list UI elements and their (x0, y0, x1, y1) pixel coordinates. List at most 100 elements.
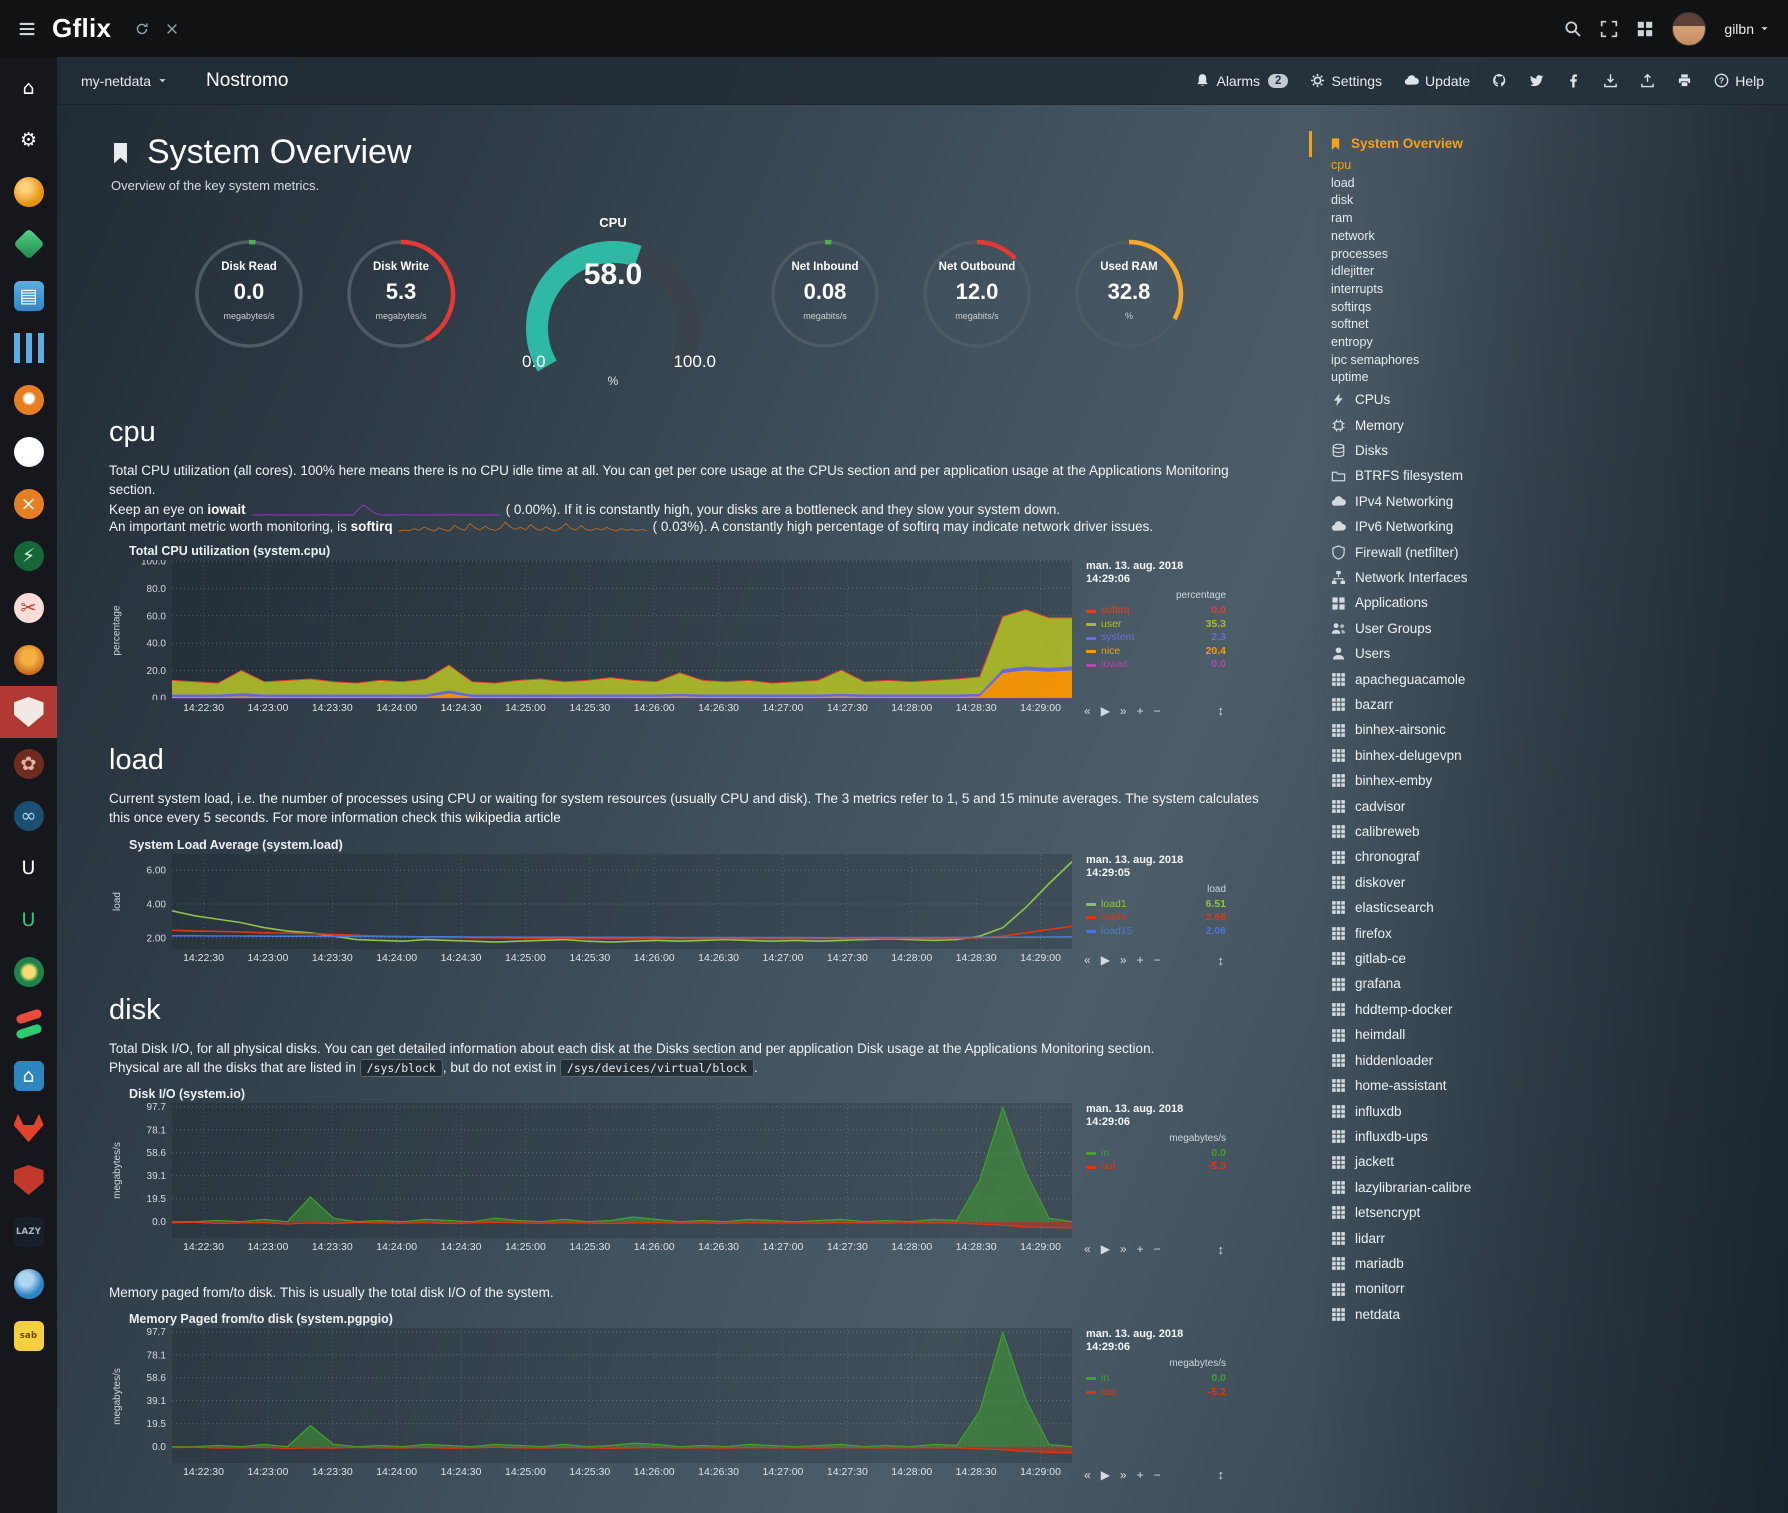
sidebar-app-app-scissors-icon[interactable]: ✂ (0, 582, 57, 634)
twitter-icon[interactable] (1529, 73, 1544, 88)
user-menu[interactable]: gilbn (1724, 21, 1770, 37)
menu-item-disks[interactable]: Disks (1331, 438, 1788, 463)
chart-plot-pgpgio[interactable]: 97.778.158.639.119.50.0 (126, 1328, 1076, 1464)
sidebar-app-home-icon[interactable]: ⌂ (0, 62, 57, 114)
gauge-net-outbound[interactable]: Net Outbound12.0megabits/s (918, 235, 1036, 353)
search-icon[interactable] (1564, 20, 1582, 38)
menu-item-lazylibrarian-calibre[interactable]: lazylibrarian-calibre (1331, 1175, 1788, 1200)
menu-item-binhex-airsonic[interactable]: binhex-airsonic (1331, 717, 1788, 742)
chart-plot-disk[interactable]: 97.778.158.639.119.50.0 (126, 1103, 1076, 1239)
legend-iowait[interactable]: iowait0.0 (1086, 658, 1226, 672)
menu-item-chronograf[interactable]: chronograf (1331, 844, 1788, 869)
menu-sub-cpu[interactable]: cpu (1331, 157, 1788, 175)
legend-load1[interactable]: load16.51 (1086, 898, 1226, 912)
legend-in[interactable]: in0.0 (1086, 1147, 1226, 1161)
export-icon[interactable] (1640, 73, 1655, 88)
chart-zoom-out-button[interactable]: − (1154, 1243, 1161, 1255)
menu-item-binhex-delugevpn[interactable]: binhex-delugevpn (1331, 743, 1788, 768)
menu-item-influxdb-ups[interactable]: influxdb-ups (1331, 1124, 1788, 1149)
legend-softirq[interactable]: softirq0.0 (1086, 604, 1226, 618)
sidebar-app-organizr-icon[interactable] (0, 166, 57, 218)
menu-item-btrfs-filesystem[interactable]: BTRFS filesystem (1331, 463, 1788, 488)
chart-play-button[interactable]: ▶ (1101, 1469, 1110, 1481)
sidebar-app-app-x-orange-icon[interactable]: × (0, 478, 57, 530)
menu-sub-entropy[interactable]: entropy (1331, 334, 1788, 352)
sidebar-app-app-gem-icon[interactable] (0, 218, 57, 270)
chart-play-button[interactable]: ▶ (1101, 705, 1110, 717)
sidebar-app-app-avocado-icon[interactable] (0, 946, 57, 998)
menu-sub-softnet[interactable]: softnet (1331, 316, 1788, 334)
sidebar-app-trakt-icon[interactable] (0, 426, 57, 478)
legend-system[interactable]: system2.3 (1086, 631, 1226, 645)
menu-item-hddtemp-docker[interactable]: hddtemp-docker (1331, 997, 1788, 1022)
wikipedia-link[interactable]: wikipedia article (465, 810, 560, 825)
sidebar-app-app-stack-icon[interactable]: ▤ (0, 270, 57, 322)
sidebar-app-app-pills-icon[interactable] (0, 998, 57, 1050)
settings-button[interactable]: Settings (1310, 73, 1382, 89)
chart-resize-handle[interactable]: ↕ (1218, 704, 1225, 717)
chart-pan-left-button[interactable]: « (1084, 954, 1091, 966)
menu-sub-ipc-semaphores[interactable]: ipc semaphores (1331, 352, 1788, 370)
legend-nice[interactable]: nice20.4 (1086, 645, 1226, 659)
menu-item-hiddenloader[interactable]: hiddenloader (1331, 1048, 1788, 1073)
chart-plot-load[interactable]: 6.004.002.00 (126, 854, 1076, 950)
sidebar-app-app-u-green-icon[interactable]: U (0, 894, 57, 946)
chart-play-button[interactable]: ▶ (1101, 1243, 1110, 1255)
sidebar-app-sabnzbd-icon[interactable]: sab (0, 1310, 57, 1362)
menu-item-grafana[interactable]: grafana (1331, 971, 1788, 996)
menu-item-memory[interactable]: Memory (1331, 413, 1788, 438)
menu-item-binhex-emby[interactable]: binhex-emby (1331, 768, 1788, 793)
facebook-icon[interactable] (1566, 73, 1581, 88)
menu-item-applications[interactable]: Applications (1331, 590, 1788, 615)
chart-zoom-in-button[interactable]: + (1137, 705, 1144, 717)
menu-sub-processes[interactable]: processes (1331, 246, 1788, 264)
chart-zoom-out-button[interactable]: − (1154, 954, 1161, 966)
menu-item-bazarr[interactable]: bazarr (1331, 692, 1788, 717)
update-button[interactable]: Update (1404, 73, 1470, 89)
menu-item-ipv4-networking[interactable]: IPv4 Networking (1331, 489, 1788, 514)
import-icon[interactable] (1603, 73, 1618, 88)
chart-resize-handle[interactable]: ↕ (1218, 1468, 1225, 1481)
sidebar-app-app-bug-orange-icon[interactable] (0, 634, 57, 686)
menu-item-ipv6-networking[interactable]: IPv6 Networking (1331, 514, 1788, 539)
sidebar-app-airsonic-icon[interactable] (0, 322, 57, 374)
chart-zoom-in-button[interactable]: + (1137, 1243, 1144, 1255)
gauge-disk-read[interactable]: Disk Read0.0megabytes/s (190, 235, 308, 353)
legend-load15[interactable]: load152.06 (1086, 925, 1226, 939)
chart-resize-handle[interactable]: ↕ (1218, 954, 1225, 967)
avatar[interactable] (1672, 12, 1706, 46)
menu-item-cpus[interactable]: CPUs (1331, 387, 1788, 412)
menu-item-netdata[interactable]: netdata (1331, 1302, 1788, 1327)
menu-item-cadvisor[interactable]: cadvisor (1331, 794, 1788, 819)
menu-item-user-groups[interactable]: User Groups (1331, 616, 1788, 641)
menu-item-gitlab-ce[interactable]: gitlab-ce (1331, 946, 1788, 971)
chart-pan-right-button[interactable]: » (1120, 954, 1127, 966)
menu-sub-interrupts[interactable]: interrupts (1331, 281, 1788, 299)
fullscreen-icon[interactable] (1600, 20, 1618, 38)
gauge-net-inbound[interactable]: Net Inbound0.08megabits/s (766, 235, 884, 353)
menu-sub-idlejitter[interactable]: idlejitter (1331, 263, 1788, 281)
menu-item-lidarr[interactable]: lidarr (1331, 1226, 1788, 1251)
sidebar-app-gitlab-icon[interactable] (0, 1102, 57, 1154)
legend-in[interactable]: in0.0 (1086, 1372, 1226, 1386)
chart-zoom-out-button[interactable]: − (1154, 1469, 1161, 1481)
hamburger-menu-icon[interactable] (18, 20, 36, 38)
gauge-cpu[interactable]: CPU58.00.0100.0% (504, 215, 722, 388)
menu-item-apacheguacamole[interactable]: apacheguacamole (1331, 667, 1788, 692)
menu-item-monitorr[interactable]: monitorr (1331, 1276, 1788, 1301)
legend-out[interactable]: out-5.3 (1086, 1160, 1226, 1174)
chart-zoom-out-button[interactable]: − (1154, 705, 1161, 717)
chart-pan-right-button[interactable]: » (1120, 705, 1127, 717)
chart-zoom-in-button[interactable]: + (1137, 954, 1144, 966)
help-button[interactable]: ? Help (1714, 73, 1764, 89)
menu-item-letsencrypt[interactable]: letsencrypt (1331, 1200, 1788, 1225)
sidebar-app-app-shield-red-icon[interactable] (0, 1154, 57, 1206)
gauge-disk-write[interactable]: Disk Write5.3megabytes/s (342, 235, 460, 353)
menu-sub-disk[interactable]: disk (1331, 192, 1788, 210)
sidebar-app-home-assistant-icon[interactable]: ⌂ (0, 1050, 57, 1102)
sidebar-app-nextcloud-icon[interactable]: ∞ (0, 790, 57, 842)
brand-logo[interactable]: Gflix (52, 13, 111, 44)
menu-item-users[interactable]: Users (1331, 641, 1788, 666)
menu-item-diskover[interactable]: diskover (1331, 870, 1788, 895)
chart-pan-left-button[interactable]: « (1084, 1469, 1091, 1481)
